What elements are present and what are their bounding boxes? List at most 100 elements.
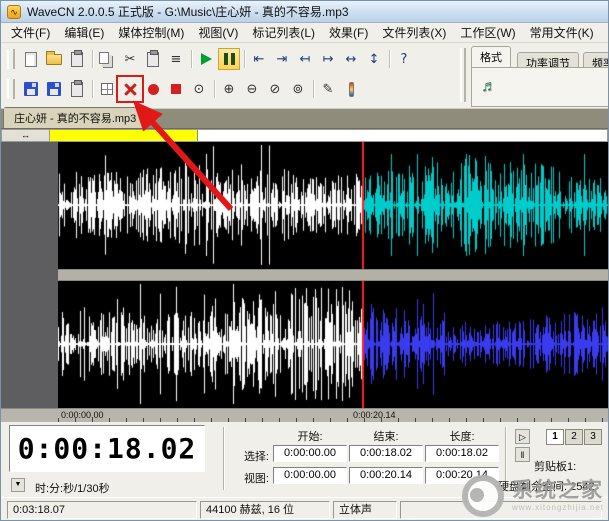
window-title: WaveCN 2.0.0.5 正式版 - G:\Music\庄心妍 - 真的不容… [27,3,349,20]
zoom-full-icon: ⊚ [293,83,304,96]
zoom-in-button[interactable]: ⊕ [218,78,240,100]
document-tab[interactable]: 庄心妍 - 真的不容易.mp3 [3,107,147,128]
pan-scroll-button[interactable]: ↔ [1,129,50,142]
paste-special-button[interactable] [66,78,88,100]
toolbar-row-2: ⊙ ⊕ ⊖⊘ ⊚ ✎ [7,76,363,102]
loop-icon: ⊙ [194,83,205,96]
marker-edit-button[interactable]: ✎ [317,78,339,100]
view-start-value[interactable]: 0:00:00.00 [273,467,347,484]
save-as-button[interactable] [43,78,65,100]
delete-selection-button[interactable] [119,78,141,100]
cut-button[interactable]: ✂ [119,48,141,70]
title-bar[interactable]: ∿ WaveCN 2.0.0.5 正式版 - G:\Music\庄心妍 - 真的… [1,1,608,23]
select-to-end-icon: ⇥ [277,53,288,66]
play-icon [201,53,212,65]
copy-button[interactable] [96,48,118,70]
divider [223,427,225,490]
select-to-start-button[interactable]: ⇤ [248,48,270,70]
col-header-start: 开始: [273,428,347,444]
cursor-to-end-icon: ↦ [323,53,334,66]
menu-item[interactable]: 效果(F) [322,22,375,43]
h-scroll-icon: ↔ [21,130,30,140]
clipboard-label: 剪贴板1: [534,458,576,474]
record-button[interactable] [142,78,164,100]
zoom-vertical-button[interactable]: ↕ [363,48,385,70]
grid-icon [101,83,113,95]
save-button[interactable] [20,78,42,100]
open-file-button[interactable] [43,48,65,70]
save-as-icon [47,82,61,96]
time-display: 0:00:18.02 [9,425,205,472]
pan-thumb[interactable] [50,130,198,141]
time-unit-dropdown[interactable]: ▼ [11,478,25,492]
stop-button[interactable] [165,78,187,100]
pan-bar-row: ↔ [1,129,608,142]
pause-icon [224,53,235,65]
stop-icon [171,84,181,94]
format-panel-content: ♬ [471,67,609,107]
menu-item[interactable]: 工作区(W) [453,22,522,43]
menu-item[interactable]: 常用文件(K) [523,22,601,43]
panel-grip[interactable] [460,48,466,102]
pause-button[interactable] [218,48,240,70]
paste-button[interactable] [142,48,164,70]
selection-start-value[interactable]: 0:00:00.00 [273,445,347,462]
select-to-end-button[interactable]: ⇥ [271,48,293,70]
menu-item[interactable]: 文件(F) [4,22,57,43]
menu-item[interactable]: 文件列表(X) [375,22,453,43]
col-header-end: 结束: [349,428,423,444]
select-all-button[interactable]: ↔ [340,48,362,70]
menu-item[interactable]: 编辑(E) [57,22,111,43]
toolbar-separator [89,49,96,69]
watermark-url: www.xitongzhijia.net [512,503,604,512]
toolbar-separator [89,79,96,99]
right-channel-waveform[interactable] [58,281,609,408]
delete-x-icon [124,83,137,96]
zoom-full-button[interactable]: ⊚ [287,78,309,100]
time-unit-label: 时:分:秒/1/30秒 [35,480,110,496]
format-panel: 格式 功率调节 频率 ♬ [469,45,609,107]
new-file-button[interactable] [20,48,42,70]
clip-play-icon: ▷ [519,432,526,442]
selection-row-label: 选择: [237,448,269,464]
paste-icon [147,52,159,67]
clipboard-tab-1[interactable]: 1 [546,429,564,445]
scissors-icon: ✂ [125,53,136,66]
toolbar: ✂ ≡ ⇤ ⇥ ↤ ↦ ↔ ↕? ⊙ ⊕ ⊖⊘ ⊚ ✎ 格式 功率调节 频率 ♬ [1,43,608,109]
selection-length-value[interactable]: 0:00:18.02 [425,445,499,462]
pan-track[interactable] [50,129,608,142]
app-icon: ∿ [7,5,21,19]
zoom-in-icon: ⊕ [224,83,235,96]
menu-item[interactable]: 媒体控制(M) [111,22,191,43]
cursor-to-start-button[interactable]: ↤ [294,48,316,70]
tab-format[interactable]: 格式 [471,46,511,67]
trim-icon: ≡ [171,53,182,66]
select-all-icon: ↔ [346,53,357,66]
cursor-to-start-icon: ↤ [300,53,311,66]
watermark-logo-icon [462,475,504,517]
menu-item[interactable]: 视图(V) [191,22,245,43]
view-end-value[interactable]: 0:00:20.14 [349,467,423,484]
clipboard-tab-2[interactable]: 2 [565,429,583,445]
paste-as-new-button[interactable] [66,48,88,70]
menu-item[interactable]: 标记列表(L) [245,22,322,43]
zoom-vertical-icon: ↕ [369,53,380,66]
music-note-icon: ♬ [481,78,497,96]
clip-pause-button[interactable]: ‖ [515,447,530,462]
chevron-down-icon: ▼ [15,481,22,488]
help-button[interactable]: ? [393,48,415,70]
zoom-out-button[interactable]: ⊖ [241,78,263,100]
clip-play-button[interactable]: ▷ [515,429,530,444]
left-channel-waveform[interactable] [58,142,609,269]
mix-grid-button[interactable] [96,78,118,100]
zoom-selection-button[interactable]: ⊘ [264,78,286,100]
status-channels: 立体声 [333,501,397,519]
time-ruler[interactable]: 0:00:00.00 0:00:20.14 [1,408,608,422]
clipboard-tab-3[interactable]: 3 [584,429,602,445]
level-meter-button[interactable] [340,78,362,100]
trim-button[interactable]: ≡ [165,48,187,70]
play-button[interactable] [195,48,217,70]
selection-end-value[interactable]: 0:00:18.02 [349,445,423,462]
cursor-to-end-button[interactable]: ↦ [317,48,339,70]
loop-button[interactable]: ⊙ [188,78,210,100]
